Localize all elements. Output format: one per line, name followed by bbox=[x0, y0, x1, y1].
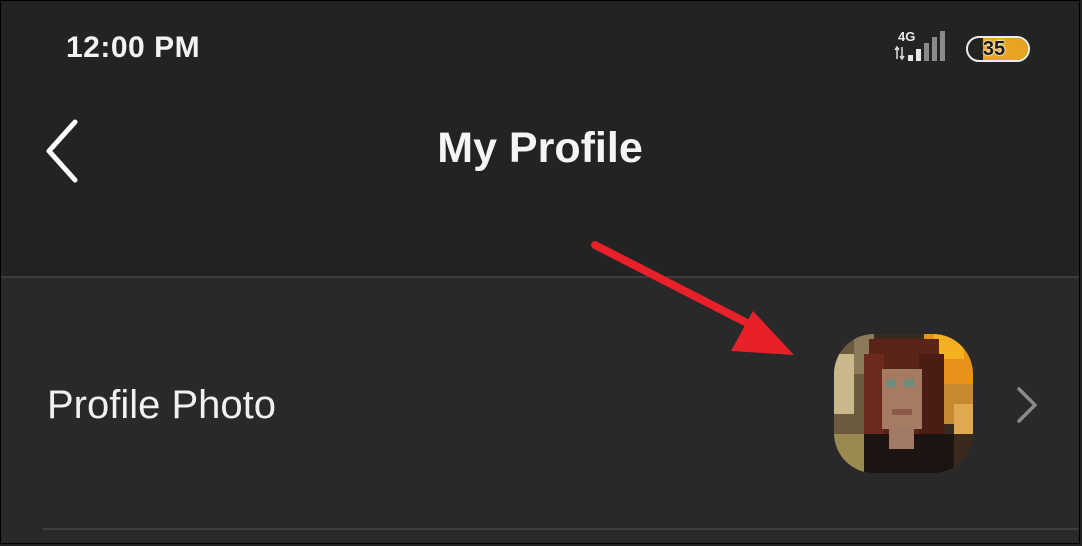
app-header: My Profile bbox=[1, 96, 1079, 276]
battery-icon: 35 bbox=[966, 36, 1030, 62]
row-label: Profile Photo bbox=[47, 383, 277, 427]
network-type-label: 4G bbox=[898, 29, 916, 44]
profile-settings-list: Profile Photo bbox=[1, 278, 1079, 543]
profile-photo-row[interactable]: Profile Photo bbox=[1, 278, 1079, 528]
battery-level: 35 bbox=[982, 37, 1006, 60]
row-divider bbox=[43, 528, 1079, 530]
profile-photo-image bbox=[834, 334, 973, 473]
status-bar: 12:00 PM 4G 35 bbox=[1, 1, 1079, 96]
status-time: 12:00 PM bbox=[66, 31, 201, 64]
phone-screen: 12:00 PM 4G 35 My Profile Profile Photo bbox=[0, 0, 1080, 544]
page-title: My Profile bbox=[437, 124, 643, 172]
avatar[interactable] bbox=[834, 334, 973, 473]
signal-strength-icon: 4G bbox=[894, 29, 954, 65]
chevron-right-icon bbox=[1017, 387, 1037, 423]
